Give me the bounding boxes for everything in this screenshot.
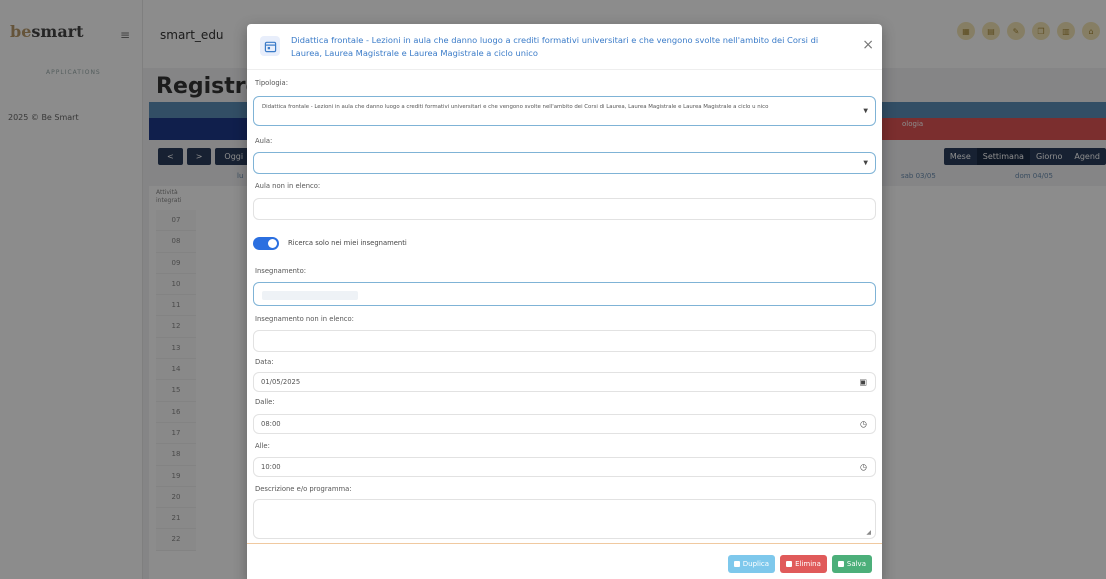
insegnamento-label: Insegnamento: bbox=[255, 267, 307, 275]
chevron-down-icon: ▼ bbox=[863, 159, 868, 167]
modal-header: Didattica frontale - Lezioni in aula che… bbox=[247, 24, 882, 70]
resize-handle-icon[interactable]: ◢ bbox=[866, 529, 871, 536]
elimina-button[interactable]: Elimina bbox=[780, 555, 827, 573]
alle-input[interactable]: 10:00 ◷ bbox=[253, 457, 876, 477]
duplica-button[interactable]: Duplica bbox=[727, 555, 776, 573]
copy-icon bbox=[733, 561, 740, 567]
trash-icon bbox=[786, 561, 793, 567]
aula-non-input[interactable] bbox=[253, 198, 876, 220]
toggle-knob bbox=[268, 239, 277, 248]
clock-icon[interactable]: ◷ bbox=[860, 420, 867, 429]
tipologia-label: Tipologia: bbox=[255, 79, 289, 87]
tipologia-value: Didattica frontale - Lezioni in aula che… bbox=[262, 104, 769, 110]
clock-icon[interactable]: ◷ bbox=[860, 463, 867, 472]
dalle-value: 08:00 bbox=[261, 420, 281, 428]
ricerca-toggle[interactable] bbox=[253, 237, 279, 250]
aula-non-label: Aula non in elenco: bbox=[255, 182, 321, 190]
insegnamento-value-placeholder bbox=[262, 291, 358, 300]
tipologia-select[interactable]: Didattica frontale - Lezioni in aula che… bbox=[253, 96, 876, 126]
insegnamento-non-label: Insegnamento non in elenco: bbox=[255, 315, 354, 323]
event-modal: Didattica frontale - Lezioni in aula che… bbox=[247, 24, 882, 579]
aula-label: Aula: bbox=[255, 137, 273, 145]
descrizione-textarea[interactable]: ◢ bbox=[253, 499, 876, 539]
ricerca-toggle-label: Ricerca solo nei miei insegnamenti bbox=[288, 239, 407, 247]
data-input[interactable]: 01/05/2025 ▣ bbox=[253, 372, 876, 392]
alle-label: Alle: bbox=[255, 442, 270, 450]
dalle-input[interactable]: 08:00 ◷ bbox=[253, 414, 876, 434]
alle-value: 10:00 bbox=[261, 463, 281, 471]
insegnamento-non-input[interactable] bbox=[253, 330, 876, 352]
aula-select[interactable]: ▼ bbox=[253, 152, 876, 174]
calendar-icon[interactable]: ▣ bbox=[859, 378, 867, 387]
chevron-down-icon: ▼ bbox=[863, 107, 868, 115]
save-icon bbox=[837, 561, 844, 567]
dalle-label: Dalle: bbox=[255, 398, 275, 406]
calendar-icon bbox=[260, 36, 280, 56]
close-icon[interactable]: × bbox=[862, 38, 874, 52]
insegnamento-select[interactable] bbox=[253, 282, 876, 306]
salva-button[interactable]: Salva bbox=[831, 555, 872, 573]
footer-buttons: Duplica Elimina Salva bbox=[727, 555, 872, 573]
data-value: 01/05/2025 bbox=[261, 378, 301, 386]
modal-footer: Duplica Elimina Salva bbox=[247, 543, 882, 579]
data-label: Data: bbox=[255, 358, 274, 366]
modal-title: Didattica frontale - Lezioni in aula che… bbox=[291, 35, 819, 58]
descrizione-label: Descrizione e/o programma: bbox=[255, 485, 352, 493]
